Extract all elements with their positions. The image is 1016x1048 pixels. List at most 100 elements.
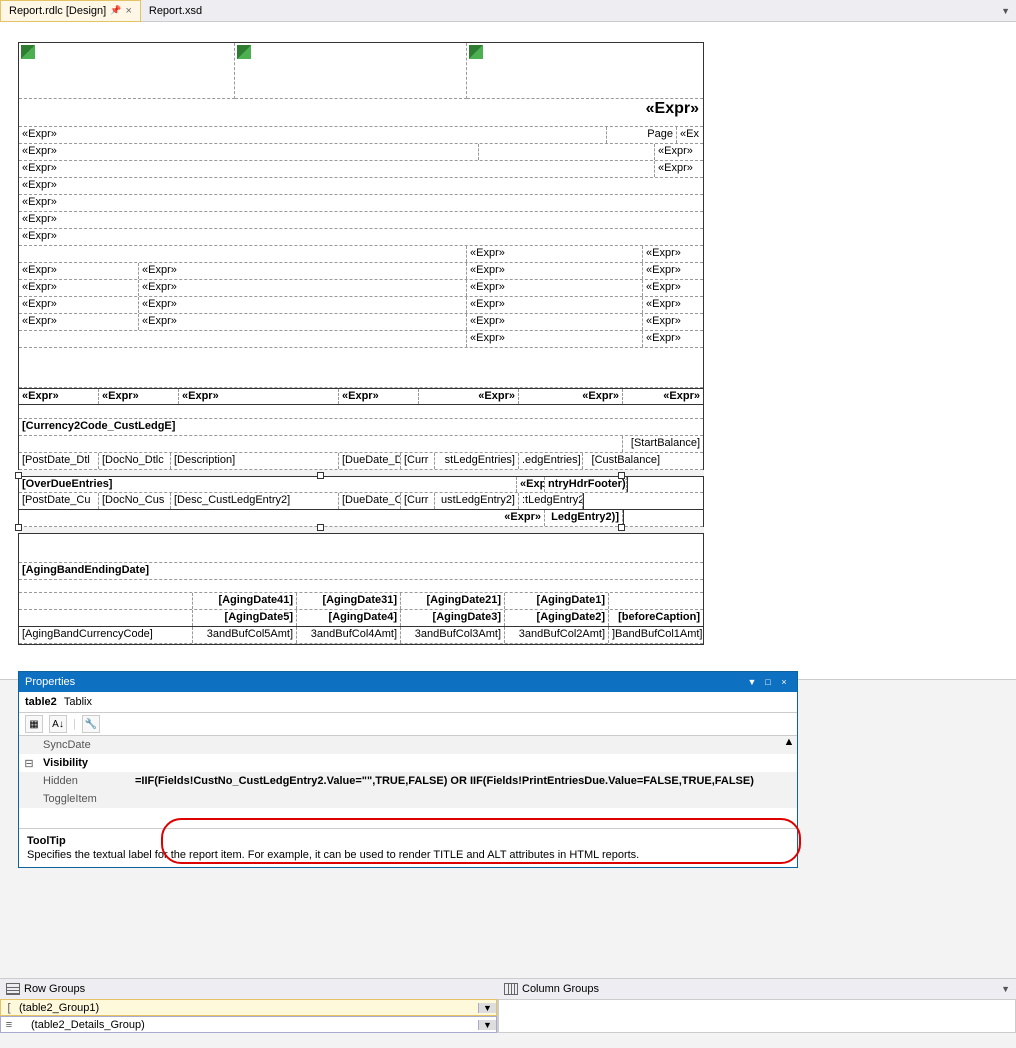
property-pages-button[interactable]: 🔧: [82, 715, 100, 733]
cell-empty[interactable]: [583, 493, 663, 509]
row-group-item[interactable]: ≡ (table2_Details_Group) ▼: [0, 1016, 497, 1033]
cell-expr[interactable]: «Expr»: [19, 161, 655, 177]
cell-expr[interactable]: «Expr»: [655, 161, 703, 177]
cell[interactable]: [PostDate_Cu: [19, 493, 99, 509]
header-cell[interactable]: «Expr»: [99, 389, 179, 404]
cell-expr[interactable]: «Expr»: [19, 195, 703, 211]
property-value-hidden[interactable]: =IIF(Fields!CustNo_CustLedgEntry2.Value=…: [131, 775, 797, 787]
property-row-toggleitem[interactable]: ToggleItem: [19, 790, 797, 808]
cell[interactable]: :tLedgEntry2]: [519, 493, 583, 509]
cell[interactable]: [CustBalance]: [583, 453, 663, 469]
group-dropdown[interactable]: ▼: [478, 1003, 496, 1013]
tab-report-xsd[interactable]: Report.xsd: [141, 0, 210, 22]
cell-expr[interactable]: «Expr»: [517, 477, 545, 492]
dropdown-icon[interactable]: ▼: [745, 675, 759, 689]
resize-handle[interactable]: [618, 524, 625, 531]
scroll-up-button[interactable]: ▲: [781, 736, 797, 748]
currency-code-cell[interactable]: [Currency2Code_CustLedgE]: [19, 419, 703, 435]
cell-expr[interactable]: «Expr»: [19, 144, 479, 160]
start-balance-cell[interactable]: [StartBalance]: [623, 436, 703, 452]
cell-expr[interactable]: «Expr»: [655, 144, 703, 160]
cell-expr[interactable]: «Expr»: [139, 280, 467, 296]
cell[interactable]: [DocNo_Cus: [99, 493, 171, 509]
cell[interactable]: [AgingDate21]: [401, 593, 505, 609]
groups-menu-dropdown[interactable]: ▼: [1001, 984, 1010, 994]
cell-expr[interactable]: «Expr»: [19, 178, 703, 194]
cell-empty[interactable]: [627, 477, 703, 492]
cell-expr[interactable]: «Expr»: [643, 263, 703, 279]
cell-expr[interactable]: «Expr»: [467, 263, 643, 279]
resize-handle[interactable]: [317, 524, 324, 531]
cell[interactable]: 3andBufCol5Amt]: [193, 627, 297, 643]
cell[interactable]: [PostDate_Dtl: [19, 453, 99, 469]
close-icon[interactable]: ×: [777, 675, 791, 689]
close-icon[interactable]: ×: [125, 5, 131, 17]
property-category-row[interactable]: ⊟ Visibility: [19, 754, 797, 772]
property-row-hidden[interactable]: Hidden =IIF(Fields!CustNo_CustLedgEntry2…: [19, 772, 797, 790]
row-group-item[interactable]: [ (table2_Group1) ▼: [0, 999, 497, 1016]
cell[interactable]: [DocNo_Dtlc: [99, 453, 171, 469]
cell[interactable]: [Description]: [171, 453, 339, 469]
cell-expr[interactable]: «Expr»: [19, 229, 703, 245]
cell-expr[interactable]: «Expr»: [467, 246, 643, 262]
cell-expr[interactable]: «Expr»: [139, 314, 467, 330]
cell[interactable]: [AgingDate3]: [401, 610, 505, 626]
report-body[interactable]: «Expr» «Expr» Page «Ex «Expr» «Expr» «Ex…: [18, 42, 704, 645]
cell[interactable]: [AgingDate5]: [193, 610, 297, 626]
cell-empty[interactable]: [19, 348, 703, 387]
cell-expr[interactable]: «Expr»: [643, 246, 703, 262]
cell[interactable]: 3andBufCol4Amt]: [297, 627, 401, 643]
resize-handle[interactable]: [618, 472, 625, 479]
cell[interactable]: stLedgEntries]: [435, 453, 519, 469]
cell[interactable]: .edgEntries]: [519, 453, 583, 469]
properties-object-selector[interactable]: table2 Tablix: [19, 692, 797, 713]
image-box[interactable]: [467, 43, 703, 99]
cell-empty[interactable]: [19, 246, 467, 262]
cell[interactable]: [DueDate_Cu: [339, 493, 401, 509]
overdue-entries-cell[interactable]: [OverDueEntries]: [19, 477, 517, 492]
aging-date-cell[interactable]: [AgingBandEndingDate]: [19, 563, 703, 579]
cell-expr[interactable]: «Expr»: [643, 314, 703, 330]
collapse-icon[interactable]: ⊟: [19, 757, 39, 770]
header-cell[interactable]: «Expr»: [419, 389, 519, 404]
header-cell[interactable]: «Expr»: [623, 389, 703, 404]
image-box[interactable]: [235, 43, 467, 99]
cell-empty[interactable]: [19, 331, 467, 347]
cell[interactable]: [AgingBandCurrencyCode]: [19, 627, 193, 643]
cell-expr[interactable]: «Expr»: [139, 297, 467, 313]
cell-empty[interactable]: [19, 610, 193, 626]
row-groups-header[interactable]: Row Groups: [0, 981, 498, 997]
cell[interactable]: [Curr: [401, 493, 435, 509]
cell-empty[interactable]: [19, 593, 193, 609]
cell-expr[interactable]: «Expr»: [467, 280, 643, 296]
cell-empty[interactable]: [479, 144, 655, 160]
resize-handle[interactable]: [15, 472, 22, 479]
cell[interactable]: [AgingDate31]: [297, 593, 401, 609]
cell-expr[interactable]: «Expr»: [467, 314, 643, 330]
cell[interactable]: [Curr: [401, 453, 435, 469]
header-cell[interactable]: «Expr»: [179, 389, 339, 404]
cell-empty[interactable]: [623, 510, 703, 526]
cell[interactable]: ntryHdrFooter)]: [545, 477, 627, 492]
cell-expr[interactable]: «Expr»: [19, 212, 703, 228]
report-designer-surface[interactable]: «Expr» «Expr» Page «Ex «Expr» «Expr» «Ex…: [0, 22, 1016, 680]
page-label[interactable]: Page: [607, 127, 677, 143]
cell-expr[interactable]: «Ex: [677, 127, 703, 143]
property-row[interactable]: SyncDate: [19, 736, 797, 754]
group-dropdown[interactable]: ▼: [478, 1020, 496, 1030]
cell-expr[interactable]: «Expr»: [19, 280, 139, 296]
column-groups-list[interactable]: [498, 999, 1016, 1033]
cell-empty[interactable]: [609, 593, 703, 609]
cell-expr[interactable]: «Expr»: [19, 314, 139, 330]
alphabetical-button[interactable]: A↓: [49, 715, 67, 733]
resize-handle[interactable]: [15, 524, 22, 531]
cell-expr[interactable]: «Expr»: [19, 127, 607, 143]
cell[interactable]: [AgingDate1]: [505, 593, 609, 609]
cell[interactable]: 3andBufCol3Amt]: [401, 627, 505, 643]
cell-expr[interactable]: «Expr»: [643, 331, 703, 347]
properties-titlebar[interactable]: Properties ▼ □ ×: [19, 672, 797, 692]
header-cell[interactable]: «Expr»: [519, 389, 623, 404]
cell[interactable]: [AgingDate2]: [505, 610, 609, 626]
maximize-icon[interactable]: □: [761, 675, 775, 689]
header-cell[interactable]: «Expr»: [339, 389, 419, 404]
